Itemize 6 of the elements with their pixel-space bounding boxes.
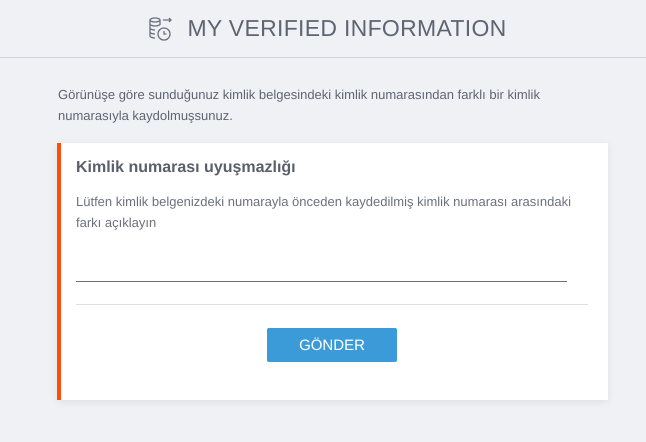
card-title: Kimlik numarası uyuşmazlığı [76,159,297,177]
card-description: Lütfen kimlik belgenizdeki numarayla önceden kaydedilmiş kimlik numarası arasındaki farkı açıklayın [76,193,572,232]
submit-button[interactable]: GÖNDER [267,328,397,362]
intro-text: Görünüşe göre sunduğunuz kimlik belgesindeki kimlik numarasından farklı bir kimlik numarasıyla kaydolmuşsunuz. [58,86,541,125]
coins-clock-icon [147,16,174,42]
page-title: MY VERIFIED INFORMATION [187,15,507,42]
